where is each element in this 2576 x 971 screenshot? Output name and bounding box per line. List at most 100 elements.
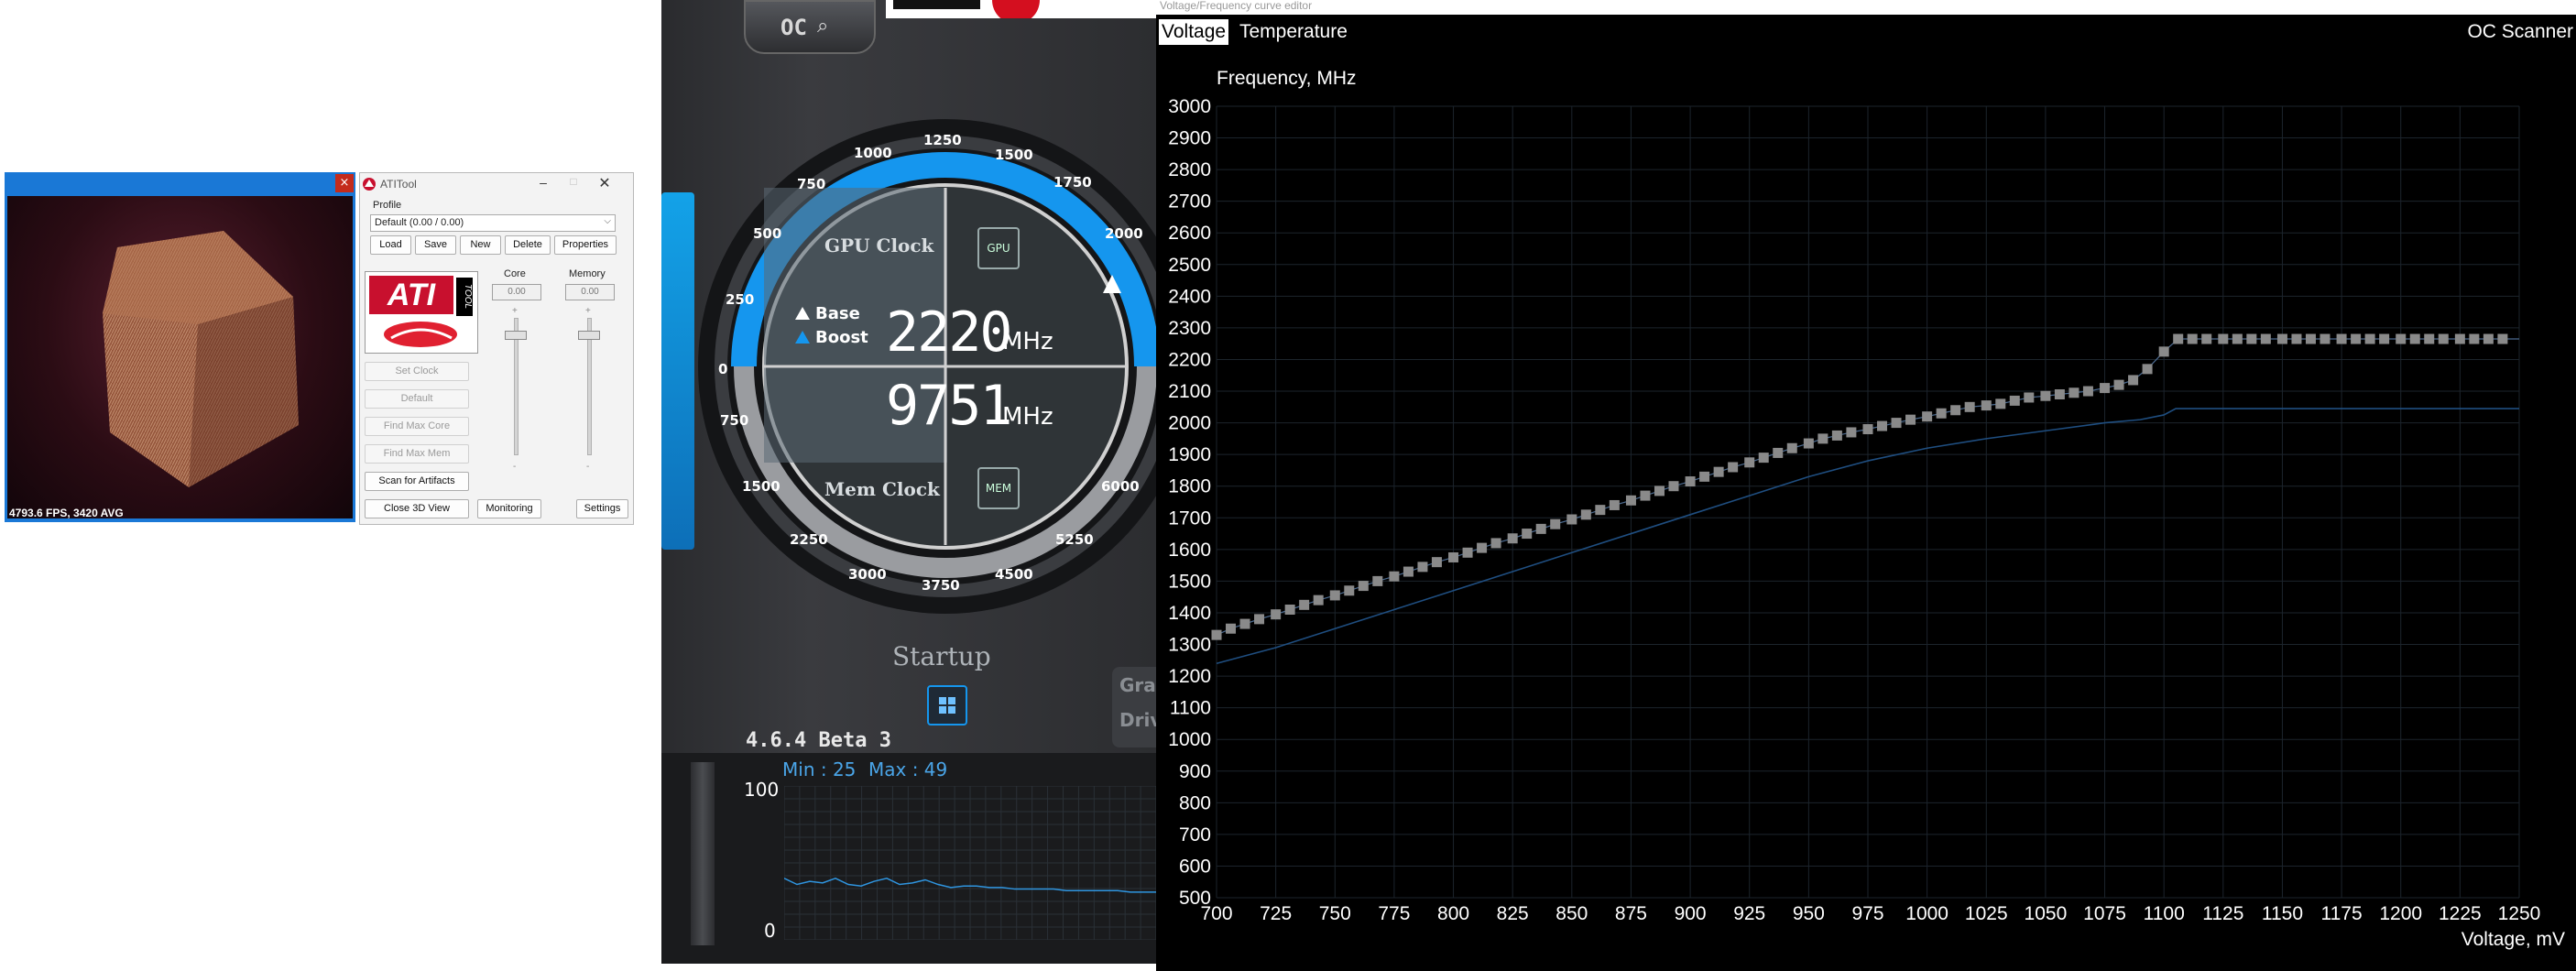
x-tick-label: 900 [1675, 903, 1707, 924]
y-tick-label: 800 [1179, 792, 1211, 813]
vf-curve-point [1344, 585, 1355, 596]
vf-curve-point [1254, 614, 1265, 625]
x-tick-label: 1100 [2144, 903, 2185, 924]
fur-close-button[interactable]: × [335, 174, 354, 192]
y-tick-label: 2800 [1168, 159, 1211, 180]
monitor-graph [784, 786, 1156, 940]
vf-curve-point [1758, 453, 1769, 464]
vf-curve-point [1786, 442, 1797, 453]
x-tick-label: 875 [1615, 903, 1647, 924]
vf-curve-point [2054, 388, 2065, 399]
default-button[interactable]: Default [365, 389, 469, 409]
vf-curve-point [2409, 333, 2420, 344]
vf-curve-point [2082, 386, 2093, 397]
mem-clock-label: Mem Clock [824, 478, 940, 500]
y-tick-label: 600 [1179, 856, 1211, 877]
vf-curve-point [1284, 605, 1295, 616]
y-tick-label: 2200 [1168, 349, 1211, 370]
close-3d-view-button[interactable]: Close 3D View [365, 499, 469, 518]
vf-curve-point [2483, 333, 2494, 344]
left-blue-rail [661, 192, 694, 550]
y-axis-label: Frequency, MHz [1217, 68, 1357, 89]
vf-curve-point [1403, 566, 1414, 577]
x-tick-label: 1125 [2202, 903, 2243, 924]
atitool-title: ATITool [380, 178, 417, 191]
vf-curve-point [2201, 333, 2212, 344]
dial-tick-lower: 750 [720, 412, 749, 429]
save-button[interactable]: Save [415, 235, 456, 255]
set-clock-button[interactable]: Set Clock [365, 362, 469, 381]
x-tick-label: 975 [1851, 903, 1883, 924]
brand-strip [886, 0, 1156, 24]
base-triangle-icon [794, 306, 811, 321]
x-tick-label: 950 [1793, 903, 1825, 924]
vf-curve-point [2260, 333, 2271, 344]
y-tick-label: 2000 [1168, 413, 1211, 434]
vf-curve-point [1817, 433, 1828, 444]
core-minus-label: - [513, 462, 517, 472]
monitoring-button[interactable]: Monitoring [477, 499, 541, 518]
vf-curve-point [2173, 333, 2184, 344]
vf-curve-point [1699, 471, 1710, 482]
vf-curve-point [1477, 542, 1488, 553]
vf-curve-point [1625, 495, 1636, 506]
dial-tick-lower: 3750 [922, 577, 960, 594]
vf-curve-point [1299, 599, 1310, 610]
delete-button[interactable]: Delete [505, 235, 551, 255]
dial-tick: 500 [753, 225, 782, 242]
startup-windows-toggle[interactable] [927, 685, 967, 726]
profile-value: Default (0.00 / 0.00) [375, 217, 464, 228]
vf-curve-point [1654, 486, 1665, 496]
dial-tick: 750 [797, 176, 826, 192]
find-max-mem-button[interactable]: Find Max Mem [365, 444, 469, 464]
settings-button[interactable]: Settings [576, 499, 628, 518]
oc-label: OC [780, 15, 807, 40]
vf-curve-point [1964, 401, 1975, 412]
vf-curve-point [1981, 400, 1992, 411]
vf-curve-point [1389, 571, 1400, 582]
memory-clock-field[interactable]: 0.00 [565, 284, 615, 300]
minimize-button[interactable]: – [529, 175, 557, 193]
y-tick-label: 1000 [1168, 729, 1211, 750]
vf-curve-point [1550, 518, 1561, 529]
core-slider-thumb[interactable] [505, 331, 527, 340]
tab-oc-scanner[interactable]: OC Scanner [2464, 19, 2576, 45]
tab-temperature[interactable]: Temperature [1237, 19, 1350, 45]
driver-tab-label: Driv [1119, 709, 1156, 731]
vf-curve-point [2379, 333, 2390, 344]
dial-tick-lower: 4500 [995, 566, 1033, 583]
core-clock-field[interactable]: 0.00 [492, 284, 541, 300]
close-button[interactable]: ✕ [591, 174, 618, 192]
x-tick-label: 725 [1260, 903, 1292, 924]
afterburner-window: OC ⌕ GPU Clock GPU Base Boost 2220 MHz 9… [661, 0, 1156, 964]
y-tick-label: 2600 [1168, 223, 1211, 244]
tab-voltage[interactable]: Voltage [1159, 19, 1229, 45]
core-plus-label: + [512, 306, 518, 316]
vf-curve-point [2040, 390, 2051, 401]
vf-curve-point [1417, 562, 1428, 573]
vf-curve-point [2319, 333, 2330, 344]
vf-curve-point [1668, 481, 1679, 492]
fur-cube-image [103, 231, 299, 487]
oc-tab[interactable]: OC ⌕ [744, 0, 876, 54]
new-button[interactable]: New [460, 235, 501, 255]
vf-curve-chart[interactable]: 5006007008009001000110012001300140015001… [1156, 48, 2576, 971]
profile-label: Profile [373, 200, 402, 211]
dial-tick-lower: 3000 [848, 566, 887, 583]
vf-tabs: Voltage Temperature OC Scanner [1156, 15, 2576, 48]
monitor-scroll-rail[interactable] [691, 762, 715, 945]
load-button[interactable]: Load [370, 235, 411, 255]
vf-curve-point [1372, 575, 1383, 586]
vf-curve-point [2364, 333, 2375, 344]
scan-artifacts-button[interactable]: Scan for Artifacts [365, 472, 469, 491]
fps-readout: 4793.6 FPS, 3420 AVG [9, 507, 124, 519]
side-tabs[interactable]: Gra Driv [1112, 667, 1156, 747]
profile-select[interactable]: Default (0.00 / 0.00) ⌵ [370, 214, 616, 232]
vf-curve-point [1522, 529, 1533, 540]
maximize-button[interactable]: □ [560, 175, 587, 193]
x-tick-label: 1225 [2439, 903, 2482, 924]
boost-triangle-icon [794, 330, 811, 344]
memory-slider-thumb[interactable] [578, 331, 600, 340]
find-max-core-button[interactable]: Find Max Core [365, 417, 469, 436]
properties-button[interactable]: Properties [554, 235, 617, 255]
